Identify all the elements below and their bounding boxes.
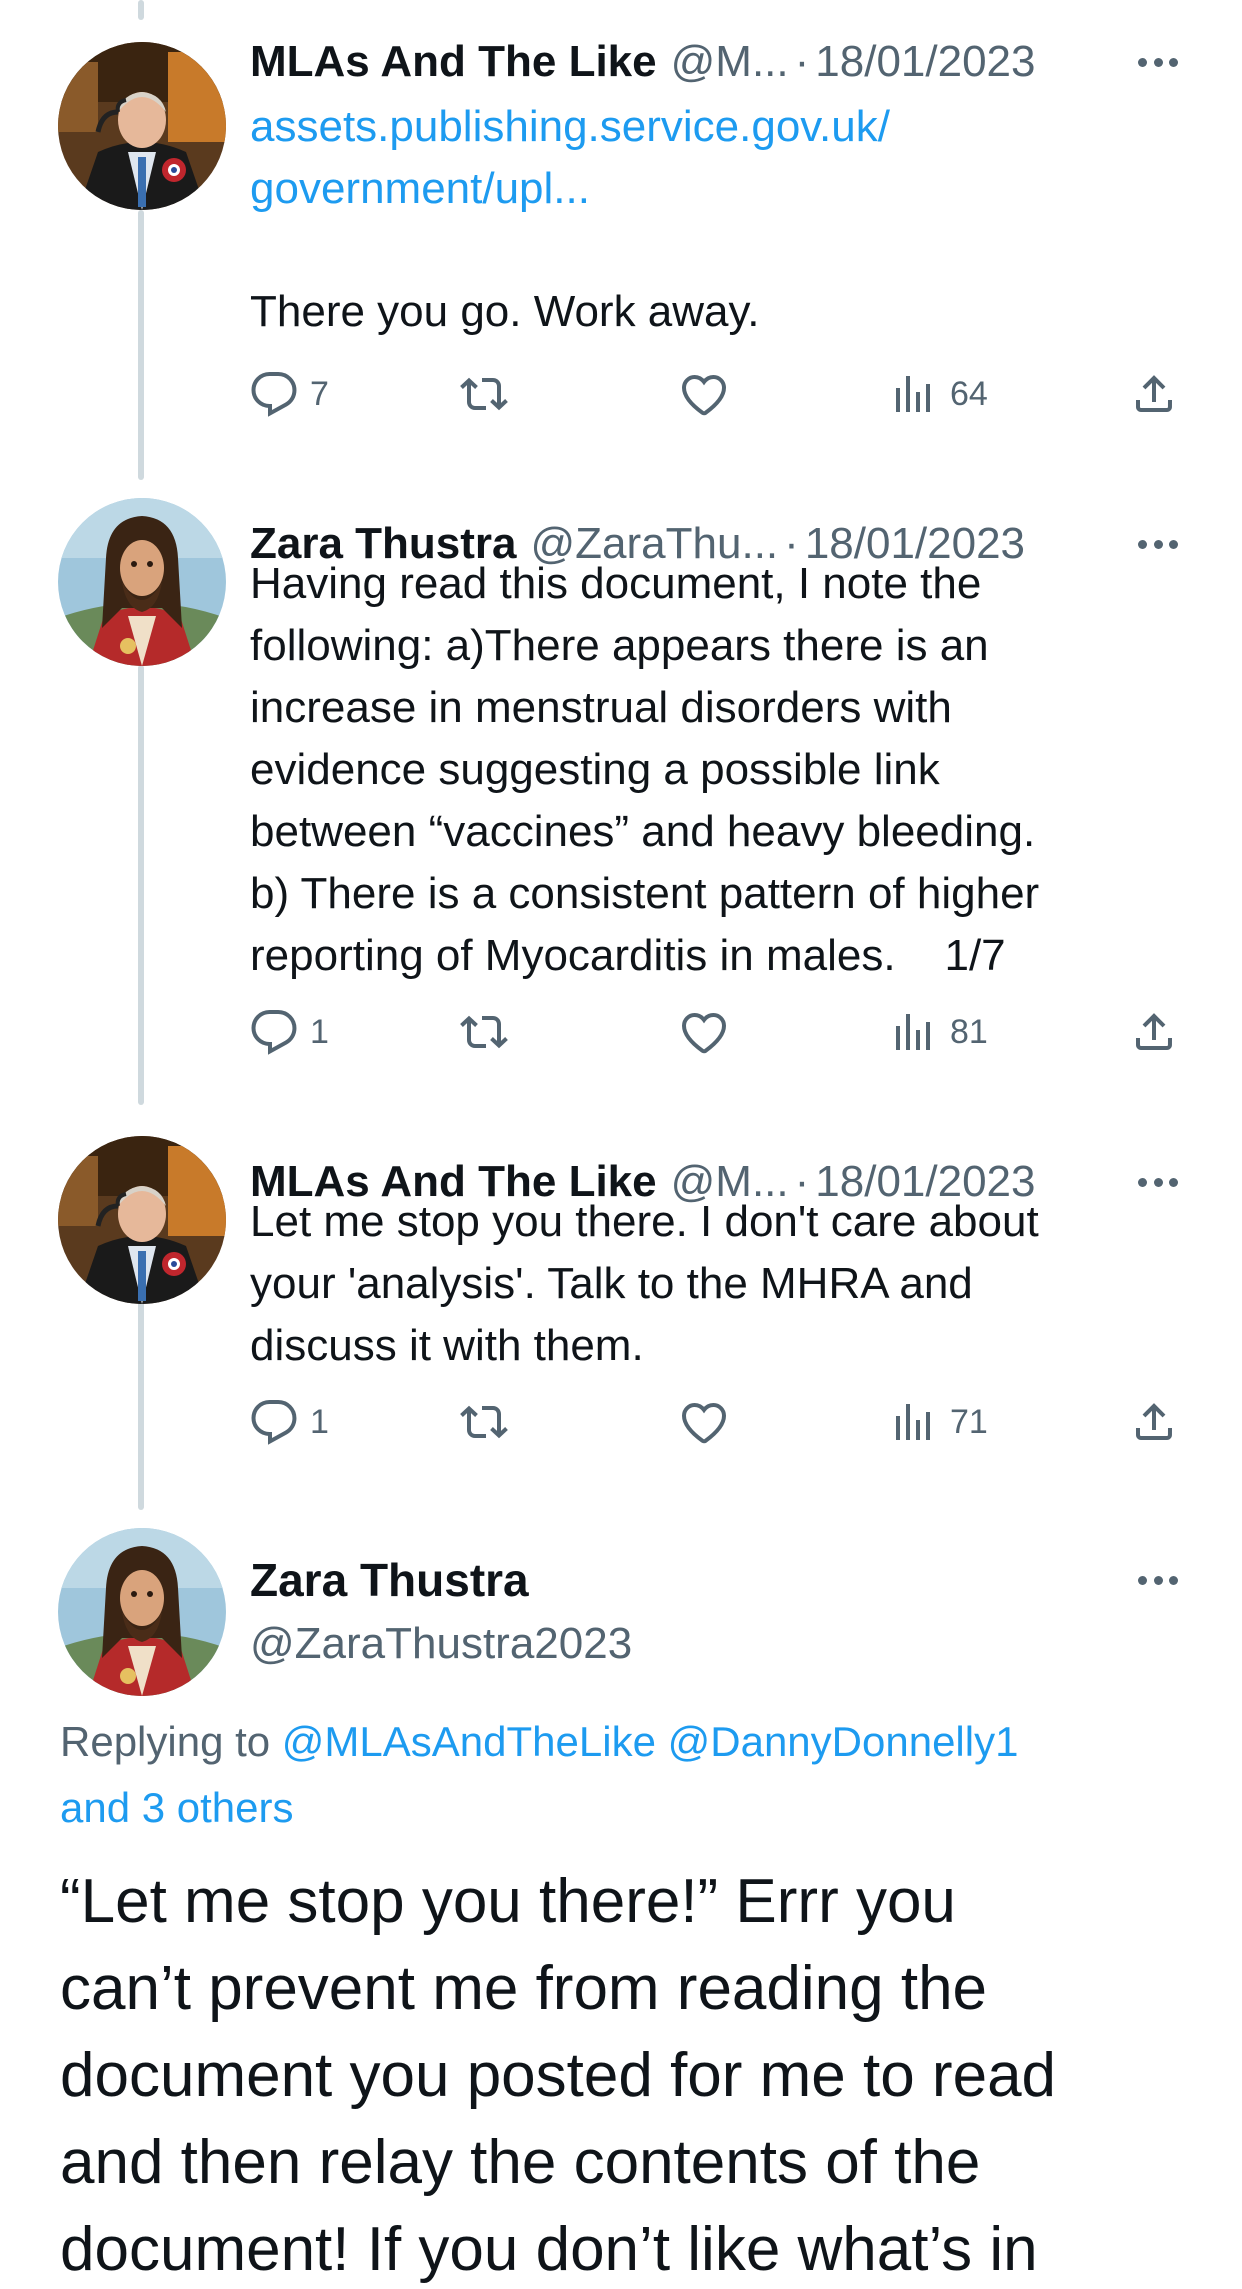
retweet-button[interactable] (460, 1004, 508, 1060)
reply-icon (251, 372, 297, 417)
tweet-text-line: evidence suggesting a possible link (250, 745, 940, 794)
share-button[interactable] (1130, 366, 1178, 422)
avatar-image-zara (58, 1528, 226, 1696)
tweet-text-line: document you posted for me to read (60, 2041, 1057, 2110)
tweet-text-line: “Let me stop you there!” Errr you (60, 1867, 956, 1936)
thread-line (138, 1300, 144, 1510)
reply-button[interactable]: 1 (250, 1394, 329, 1450)
mention-link[interactable]: @DannyDonnelly1 (668, 1718, 1019, 1765)
more-icon[interactable] (1138, 534, 1178, 554)
replying-to: Replying to @MLAsAndTheLike @DannyDonnel… (60, 1709, 1182, 1841)
tweet-text-line: b) There is a consistent pattern of high… (250, 869, 1040, 918)
more-icon[interactable] (1138, 52, 1178, 72)
tweet-actions: 7 64 (250, 366, 1182, 422)
reply-button[interactable]: 1 (250, 1004, 329, 1060)
like-button[interactable] (680, 1004, 728, 1060)
retweet-button[interactable] (460, 1394, 508, 1450)
avatar[interactable] (58, 1528, 226, 1696)
thread-line (138, 0, 144, 20)
tweet-actions: 1 81 (250, 1004, 1182, 1060)
views-button[interactable]: 81 (890, 1004, 988, 1060)
separator-dot: · (794, 37, 810, 86)
user-handle[interactable]: @ZaraThustra2023 (250, 1614, 632, 1674)
tweet-text-line: document! If you don’t like what’s in (60, 2215, 1038, 2284)
views-icon (896, 1404, 930, 1440)
views-icon (896, 1014, 930, 1050)
avatar[interactable] (58, 498, 226, 666)
user-handle[interactable]: @M... (671, 37, 789, 87)
avatar-image-mla (58, 42, 226, 210)
retweet-icon (460, 1405, 508, 1439)
tweet-text-line: There you go. Work away. (250, 287, 760, 336)
display-name[interactable]: Zara Thustra (250, 1553, 529, 1607)
tweet-text: Having read this document, I note the fo… (250, 553, 1182, 987)
tweet-text-line: your 'analysis'. Talk to the MHRA and (250, 1259, 973, 1308)
views-button[interactable]: 71 (890, 1394, 988, 1450)
tweet-text-line: can’t prevent me from reading the (60, 1954, 988, 2023)
tweet-date[interactable]: 18/01/2023 (815, 37, 1035, 87)
tweet-text-line: Having read this document, I note the (250, 559, 982, 608)
tweet-link[interactable]: government/upl... (250, 158, 1182, 220)
share-icon (1136, 1013, 1172, 1050)
like-icon (681, 1012, 727, 1054)
tweet-text: There you go. Work away. (250, 281, 1182, 343)
more-icon[interactable] (1138, 1172, 1178, 1192)
tweet-text-line: following: a)There appears there is an (250, 621, 989, 670)
avatar-image-mla (58, 1136, 226, 1304)
tweet-header: Zara Thustra (250, 1550, 1182, 1610)
others-link[interactable]: and 3 others (60, 1784, 294, 1831)
avatar[interactable] (58, 42, 226, 210)
views-icon (896, 376, 930, 412)
thread-line (138, 665, 144, 1105)
share-button[interactable] (1130, 1394, 1178, 1450)
tweet-link[interactable]: assets.publishing.service.gov.uk/ (250, 96, 1182, 158)
retweet-button[interactable] (460, 366, 508, 422)
share-button[interactable] (1130, 1004, 1178, 1060)
views-count: 71 (950, 1402, 988, 1441)
views-count: 64 (950, 374, 988, 413)
share-icon (1136, 375, 1172, 412)
avatar-image-zara (58, 498, 226, 666)
like-icon (681, 374, 727, 416)
views-button[interactable]: 64 (890, 366, 988, 422)
reply-count: 1 (310, 1402, 329, 1441)
tweet-text: “Let me stop you there!” Errr you can’t … (60, 1858, 1212, 2289)
thread-line (138, 210, 144, 480)
like-icon (681, 1402, 727, 1444)
tweet-text-line: between “vaccines” and heavy bleeding. (250, 807, 1036, 856)
reply-count: 7 (310, 374, 329, 413)
like-button[interactable] (680, 1394, 728, 1450)
retweet-icon (460, 377, 508, 411)
tweet-text-line: discuss it with them. (250, 1321, 644, 1370)
tweet-text: Let me stop you there. I don't care abou… (250, 1191, 1182, 1377)
reply-icon (251, 1400, 297, 1445)
display-name[interactable]: MLAs And The Like (250, 37, 657, 87)
like-button[interactable] (680, 366, 728, 422)
share-icon (1136, 1403, 1172, 1440)
tweet-text-line: reporting of Myocarditis in males. 1/7 (250, 931, 1006, 980)
replying-prefix: Replying to (60, 1718, 271, 1765)
reply-button[interactable]: 7 (250, 366, 329, 422)
tweet-actions: 1 71 (250, 1394, 1182, 1450)
more-icon[interactable] (1138, 1570, 1178, 1590)
views-count: 81 (950, 1012, 988, 1051)
tweet-text: assets.publishing.service.gov.uk/ govern… (250, 96, 1182, 220)
mention-link[interactable]: @MLAsAndTheLike (282, 1718, 656, 1765)
avatar[interactable] (58, 1136, 226, 1304)
retweet-icon (460, 1015, 508, 1049)
tweet-text-line: and then relay the contents of the (60, 2128, 981, 2197)
tweet-text-line: increase in menstrual disorders with (250, 683, 952, 732)
tweet-text-line: Let me stop you there. I don't care abou… (250, 1197, 1039, 1246)
reply-count: 1 (310, 1012, 329, 1051)
reply-icon (251, 1010, 297, 1055)
twitter-thread: MLAs And The Like @M... · 18/01/2023 ass… (0, 0, 1242, 2289)
tweet-header: MLAs And The Like @M... · 18/01/2023 (250, 32, 1182, 92)
